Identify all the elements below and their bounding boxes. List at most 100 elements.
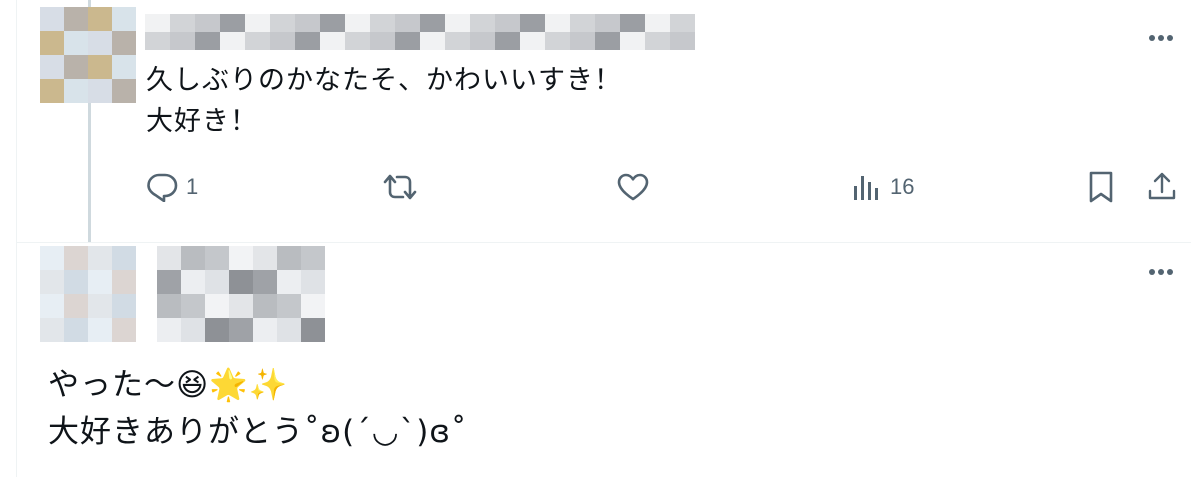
blur-pixel (145, 14, 170, 32)
like-button[interactable] (616, 170, 658, 204)
blur-pixel (520, 32, 545, 50)
blur-pixel (157, 318, 181, 342)
blur-pixel (253, 294, 277, 318)
blur-pixel (112, 31, 136, 55)
blur-pixel (420, 14, 445, 32)
blur-pixel (205, 318, 229, 342)
blur-pixel (170, 32, 195, 50)
more-icon (1149, 269, 1173, 275)
blur-pixel (570, 14, 595, 32)
blur-pixel (520, 14, 545, 32)
share-icon (1148, 172, 1176, 200)
blur-pixel (205, 294, 229, 318)
blur-pixel (88, 7, 112, 31)
blur-pixel (40, 318, 64, 342)
blur-pixel (345, 32, 370, 50)
blur-pixel (277, 318, 301, 342)
blur-pixel (64, 31, 88, 55)
blur-pixel (88, 55, 112, 79)
more-options-button[interactable] (1143, 260, 1179, 284)
blur-pixel (205, 270, 229, 294)
blur-pixel (295, 14, 320, 32)
blur-pixel (64, 294, 88, 318)
blur-pixel (277, 270, 301, 294)
blur-pixel (181, 246, 205, 270)
blur-pixel (220, 14, 245, 32)
blur-pixel (270, 32, 295, 50)
blur-pixel (64, 55, 88, 79)
blur-pixel (157, 246, 181, 270)
more-icon (1149, 35, 1173, 41)
blur-pixel (112, 79, 136, 103)
blur-pixel (495, 14, 520, 32)
blur-pixel (40, 31, 64, 55)
bookmark-button[interactable] (1086, 170, 1116, 204)
post-text: やった〜😆🌟✨ 大好きありがとう˚ʚ(´◡`)ɞ˚ (48, 367, 468, 450)
blur-pixel (64, 246, 88, 270)
blur-pixel (245, 14, 270, 32)
reply-count: 1 (186, 174, 199, 199)
blur-pixel (545, 14, 570, 32)
blur-pixel (229, 246, 253, 270)
blur-pixel (370, 32, 395, 50)
blur-pixel (64, 7, 88, 31)
blur-pixel (320, 32, 345, 50)
blur-pixel (88, 246, 112, 270)
blur-pixel (40, 55, 64, 79)
blur-pixel (170, 14, 195, 32)
blur-pixel (64, 270, 88, 294)
blur-pixel (470, 32, 495, 50)
blur-pixel (88, 79, 112, 103)
blur-pixel (545, 32, 570, 50)
share-button[interactable] (1146, 170, 1178, 204)
blur-pixel (277, 294, 301, 318)
author-name-blurred[interactable] (145, 14, 695, 50)
blur-pixel (205, 246, 229, 270)
author-name-blurred[interactable] (157, 246, 325, 342)
blur-pixel (195, 32, 220, 50)
reply-button[interactable]: 1 (146, 170, 198, 204)
blur-pixel (595, 32, 620, 50)
blur-pixel (157, 270, 181, 294)
blur-pixel (620, 32, 645, 50)
blur-pixel (229, 270, 253, 294)
retweet-icon (383, 174, 417, 200)
avatar-blurred[interactable] (40, 7, 136, 103)
blur-pixel (295, 32, 320, 50)
blur-pixel (229, 294, 253, 318)
blur-pixel (270, 14, 295, 32)
views-count: 16 (890, 174, 915, 199)
timeline: 久しぶりのかなたそ、かわいいすき！ 大好き！ 1 16 やった〜😆🌟✨ 大好きあ… (0, 0, 1191, 477)
blur-pixel (112, 55, 136, 79)
blur-pixel (64, 318, 88, 342)
blur-pixel (40, 294, 64, 318)
blur-pixel (112, 270, 136, 294)
blur-pixel (181, 270, 205, 294)
blur-pixel (395, 32, 420, 50)
like-icon (617, 173, 649, 201)
blur-pixel (445, 32, 470, 50)
blur-pixel (40, 246, 64, 270)
blur-pixel (495, 32, 520, 50)
bookmark-icon (1089, 171, 1113, 203)
blur-pixel (157, 294, 181, 318)
blur-pixel (88, 31, 112, 55)
more-options-button[interactable] (1143, 26, 1179, 50)
blur-pixel (245, 32, 270, 50)
blur-pixel (320, 14, 345, 32)
avatar-blurred[interactable] (40, 246, 136, 342)
blur-pixel (445, 14, 470, 32)
blur-pixel (570, 32, 595, 50)
blur-pixel (112, 294, 136, 318)
blur-pixel (645, 14, 670, 32)
blur-pixel (195, 14, 220, 32)
blur-pixel (420, 32, 445, 50)
blur-pixel (301, 270, 325, 294)
retweet-button[interactable] (382, 170, 426, 204)
views-button[interactable]: 16 (852, 170, 914, 204)
blur-pixel (301, 318, 325, 342)
blur-pixel (253, 270, 277, 294)
blur-pixel (64, 79, 88, 103)
blur-pixel (181, 294, 205, 318)
blur-pixel (40, 270, 64, 294)
